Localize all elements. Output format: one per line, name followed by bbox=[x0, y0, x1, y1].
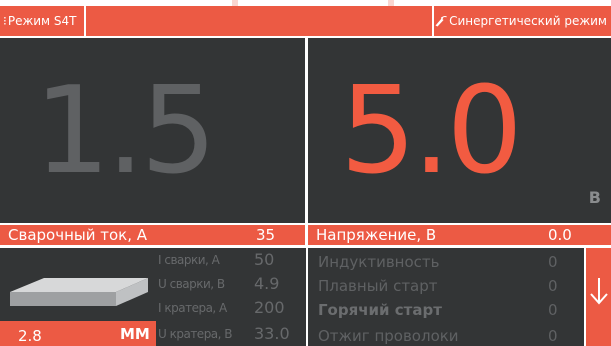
param-row: I сварки, А 50 bbox=[156, 248, 306, 272]
param-label: U кратера, В bbox=[158, 327, 233, 341]
measured-params: I сварки, А 50 U сварки, В 4.9 I кратера… bbox=[156, 248, 306, 346]
wire-diameter-value: 2.8 bbox=[18, 327, 42, 345]
param-value: 50 bbox=[254, 250, 275, 269]
setting-value: 0 bbox=[548, 277, 558, 295]
list-item[interactable]: Отжиг проволоки 0 bbox=[308, 324, 584, 346]
param-value: 200 bbox=[254, 298, 285, 317]
setting-label: Отжиг проволоки bbox=[318, 327, 459, 345]
param-row: I кратера, А 200 bbox=[156, 296, 306, 320]
voltage-value: 5.0 bbox=[340, 62, 523, 201]
welder-screen: ⁝ Режим S4T Синергетический режим 1.5 5.… bbox=[0, 0, 611, 346]
current-label: Сварочный ток, А bbox=[8, 226, 148, 244]
setting-label: Плавный старт bbox=[318, 277, 438, 295]
mode-button[interactable]: ⁝ Режим S4T bbox=[0, 6, 84, 36]
param-label: U сварки, В bbox=[158, 277, 225, 291]
setting-value: 0 bbox=[548, 253, 558, 271]
voltage-unit: В bbox=[588, 188, 601, 207]
param-value: 33.0 bbox=[254, 324, 290, 343]
synergic-label: Синергетический режим bbox=[449, 14, 607, 28]
settings-list: Индуктивность 0 Плавный старт 0 Горячий … bbox=[308, 248, 584, 346]
setting-label: Индуктивность bbox=[318, 253, 440, 271]
voltage-display[interactable]: 5.0 В bbox=[308, 38, 611, 223]
param-label: I сварки, А bbox=[158, 253, 220, 267]
voltage-label: Напряжение, В bbox=[316, 226, 437, 244]
param-label: I кратера, А bbox=[158, 301, 227, 315]
arrow-down-icon bbox=[590, 278, 608, 305]
mode-icon: ⁝ bbox=[3, 14, 7, 28]
param-value: 4.9 bbox=[254, 274, 280, 293]
mode-label: Режим S4T bbox=[7, 14, 77, 28]
setting-value: 0 bbox=[548, 327, 558, 345]
metal-plate-image bbox=[10, 278, 148, 306]
list-item[interactable]: Горячий старт 0 bbox=[308, 298, 584, 322]
list-item[interactable]: Индуктивность 0 bbox=[308, 250, 584, 274]
current-value: 1.5 bbox=[34, 62, 217, 201]
setting-label: Горячий старт bbox=[318, 301, 442, 319]
current-display[interactable]: 1.5 bbox=[0, 38, 305, 223]
top-bar-center bbox=[86, 6, 432, 36]
synergic-mode-button[interactable]: Синергетический режим bbox=[434, 6, 611, 36]
scroll-down-button[interactable] bbox=[586, 248, 611, 346]
voltage-set-value: 0.0 bbox=[548, 226, 572, 244]
top-bar: ⁝ Режим S4T Синергетический режим bbox=[0, 0, 611, 36]
param-row: U сварки, В 4.9 bbox=[156, 272, 306, 296]
setting-value: 0 bbox=[548, 301, 558, 319]
voltage-label-bar[interactable]: Напряжение, В 0.0 bbox=[308, 225, 611, 245]
torch-icon bbox=[435, 15, 447, 27]
list-item[interactable]: Плавный старт 0 bbox=[308, 274, 584, 298]
current-label-bar[interactable]: Сварочный ток, А 35 bbox=[0, 225, 305, 245]
param-row: U кратера, В 33.0 bbox=[156, 322, 306, 346]
current-set-value: 35 bbox=[256, 226, 276, 244]
wire-diameter-unit: ММ bbox=[120, 325, 150, 343]
wire-diameter-bar[interactable]: 2.8 ММ bbox=[0, 321, 156, 346]
